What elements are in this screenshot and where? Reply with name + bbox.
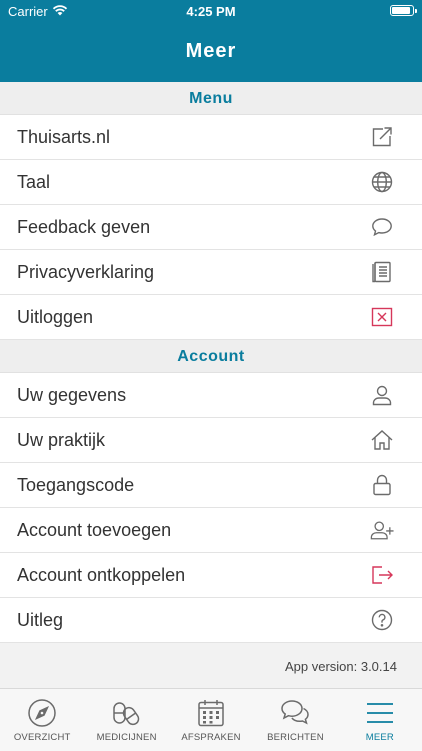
tab-label: BERICHTEN: [267, 732, 324, 743]
menu-item-label: Uitloggen: [17, 307, 94, 327]
tab-label: OVERZICHT: [13, 732, 71, 743]
menu-item-label: Privacyverklaring: [17, 262, 155, 282]
tab-berichten[interactable]: BERICHTEN: [253, 689, 337, 751]
menu-item-uitleg[interactable]: Uitleg: [0, 598, 422, 643]
menu-item-toegangscode[interactable]: Toegangscode: [0, 463, 422, 508]
tab-meer[interactable]: MEER: [338, 689, 422, 751]
tab-bar: OVERZICHT MEDICIJNEN AFSPRAKEN BERICHTEN…: [0, 688, 422, 751]
logout-x-icon: [370, 305, 394, 329]
section-header-menu: Menu: [0, 82, 422, 115]
tab-label: AFSPRAKEN: [181, 732, 241, 743]
tab-overzicht[interactable]: OVERZICHT: [0, 689, 84, 751]
battery-fill: [392, 7, 411, 14]
menu-item-label: Toegangscode: [17, 475, 135, 495]
lock-icon: [370, 473, 394, 497]
clock: 4:25 PM: [186, 4, 236, 19]
menu-item-label: Account ontkoppelen: [17, 565, 186, 585]
content-list: Menu Thuisarts.nl Taal Feedback geven Pr…: [0, 82, 422, 643]
app-version: App version: 3.0.14: [284, 659, 397, 674]
battery-icon: [390, 5, 417, 16]
menu-item-taal[interactable]: Taal: [0, 160, 422, 205]
menu-item-uw-gegevens[interactable]: Uw gegevens: [0, 373, 422, 418]
compass-icon: [26, 697, 58, 729]
menu-item-label: Uw gegevens: [17, 385, 127, 405]
menu-item-label: Uw praktijk: [17, 430, 106, 450]
menu-item-uw-praktijk[interactable]: Uw praktijk: [0, 418, 422, 463]
menu-item-thuisarts[interactable]: Thuisarts.nl: [0, 115, 422, 160]
tab-label: MEDICIJNEN: [96, 732, 157, 743]
menu-item-label: Account toevoegen: [17, 520, 172, 540]
chat-bubble-icon: [370, 215, 394, 239]
menu-item-label: Taal: [17, 172, 51, 192]
pills-icon: [111, 697, 143, 729]
help-icon: [370, 608, 394, 632]
section-title: Menu: [189, 90, 233, 107]
tab-label: MEER: [365, 732, 394, 743]
home-icon: [370, 428, 394, 452]
section-header-account: Account: [0, 340, 422, 373]
menu-icon: [364, 697, 396, 729]
external-link-icon: [370, 125, 394, 149]
calendar-icon: [195, 697, 227, 729]
menu-item-privacy[interactable]: Privacyverklaring: [0, 250, 422, 295]
document-icon: [370, 260, 394, 284]
menu-item-label: Uitleg: [17, 610, 64, 630]
page-title: Meer: [185, 40, 237, 62]
user-icon: [370, 383, 394, 407]
add-user-icon: [370, 518, 394, 542]
globe-icon: [370, 170, 394, 194]
status-bar: Carrier 4:25 PM: [0, 0, 422, 22]
nav-bar: Meer: [0, 22, 422, 82]
section-title: Account: [177, 348, 245, 365]
menu-item-label: Thuisarts.nl: [17, 127, 111, 147]
unlink-arrow-icon: [370, 563, 394, 587]
menu-item-uitloggen[interactable]: Uitloggen: [0, 295, 422, 340]
menu-item-account-toevoegen[interactable]: Account toevoegen: [0, 508, 422, 553]
menu-item-account-ontkoppelen[interactable]: Account ontkoppelen: [0, 553, 422, 598]
messages-icon: [279, 697, 311, 729]
tab-afspraken[interactable]: AFSPRAKEN: [169, 689, 253, 751]
menu-item-label: Feedback geven: [17, 217, 151, 237]
menu-item-feedback[interactable]: Feedback geven: [0, 205, 422, 250]
tab-medicijnen[interactable]: MEDICIJNEN: [84, 689, 168, 751]
